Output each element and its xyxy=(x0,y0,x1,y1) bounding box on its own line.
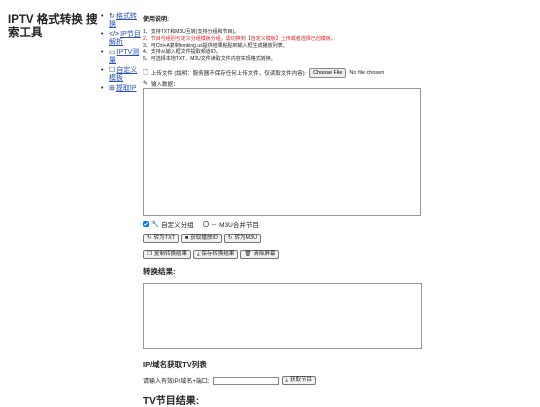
get-programs-button[interactable]: ⤓ 获取节目 xyxy=(281,376,316,385)
to-txt-button[interactable]: ↻ 转为TXT xyxy=(143,234,179,243)
custom-group-label: 自定义分组 xyxy=(161,222,194,229)
input-label-row: ✎ 输入数据： xyxy=(143,80,423,88)
m3u-merge-label: M3U合并节目 xyxy=(219,222,259,229)
upload-label: 上传文件 (說明：服务器不保存任何上传文件，仅读取文件内容): xyxy=(150,70,307,77)
refresh-icon: ↻ xyxy=(227,235,233,241)
refresh-icon: ↻ xyxy=(109,13,115,20)
sidebar: IPTV 格式转换 搜索工具 xyxy=(8,14,98,50)
arrows-icon: ⇔ xyxy=(210,220,218,228)
tv-icon: ▭ xyxy=(109,49,116,56)
usage-steps: 1、支持TXT和M3U互转(支持分组和节目)。 2、节目与组别与定义分组模板分组… xyxy=(143,29,423,63)
refresh-icon: ↻ xyxy=(147,235,152,241)
usage-step: 1、支持TXT和M3U互转(支持分组和节目)。 xyxy=(143,29,240,35)
m3u-merge-checkbox[interactable] xyxy=(202,221,209,227)
ip-input-row: 请输入有效IP/域名+端口: ⤓ 获取节目 xyxy=(143,376,316,385)
nav-item-ip-parse[interactable]: </>IP节目解析 xyxy=(101,31,143,47)
upload-row: 🗋 上传文件 (說明：服务器不保存任何上传文件，仅读取文件内容): Choose… xyxy=(143,67,423,78)
nav-item-custom-template[interactable]: ☐自定义模板 xyxy=(101,67,143,83)
usage-step-warning: 2、节目与组别与定义分组模板分组，需切换到【自定义模板】上传或者选择已创模板。 xyxy=(143,35,336,42)
network-icon: ⊞ xyxy=(109,85,115,92)
download-icon: ⤓ xyxy=(196,251,200,257)
copy-icon: ❐ xyxy=(147,251,152,257)
ip-section-title: IP/域名获取TV列表 xyxy=(143,360,207,369)
ip-input[interactable] xyxy=(212,376,279,385)
edit-icon: ✎ xyxy=(143,81,149,88)
wrench-icon: 🔧 xyxy=(151,221,160,228)
custom-group-checkbox[interactable] xyxy=(143,221,149,227)
app-title: IPTV 格式转换 搜索工具 xyxy=(8,14,98,39)
result-buttons: ❐ 复制转换结果 ⤓ 保存转换结果 🗑 清除屏幕 xyxy=(143,250,280,259)
nav-item-iptv-measure[interactable]: ▭IPTV测量 xyxy=(101,49,143,65)
m3u-merge-option[interactable]: ⇔ M3U合并节目 xyxy=(202,219,259,229)
template-icon: ☐ xyxy=(109,67,116,74)
nav-item-format-convert[interactable]: ↻格式转换 xyxy=(101,13,143,29)
nav-link[interactable]: 提取IP xyxy=(116,85,137,92)
file-icon: 🗋 xyxy=(143,69,148,76)
input-label: 输入数据： xyxy=(151,81,179,88)
get-play-id-button[interactable]: ■ 获取播放ID xyxy=(181,234,222,243)
copy-result-button[interactable]: ❐ 复制转换结果 xyxy=(143,250,191,259)
usage-step: 5、可选择本地TXT、M3U文件读取文件内容实现格式转换。 xyxy=(143,56,276,63)
convert-buttons: ↻ 转为TXT ■ 获取播放ID ↻ 转为M3U xyxy=(143,234,262,243)
nav-item-extract-ip[interactable]: ⊞提取IP xyxy=(101,85,143,93)
to-m3u-button[interactable]: ↻ 转为M3U xyxy=(223,234,262,243)
nav-list: ↻格式转换 </>IP节目解析 ▭IPTV测量 ☐自定义模板 ⊞提取IP xyxy=(101,13,143,95)
clear-screen-button[interactable]: 🗑 清除屏幕 xyxy=(240,250,280,259)
choose-file-button[interactable]: Choose File xyxy=(309,67,347,78)
download-icon: ⤓ xyxy=(285,377,288,383)
video-icon: ■ xyxy=(185,235,189,241)
file-status: No file chosen xyxy=(349,69,385,76)
trash-icon: 🗑 xyxy=(244,251,252,257)
code-icon: </> xyxy=(109,31,120,38)
usage-title: 使用说明: xyxy=(143,17,169,23)
input-data-textarea[interactable] xyxy=(143,88,421,216)
main-content: 使用说明: 1、支持TXT和M3U互转(支持分组和节目)。 2、节目与组别与定义… xyxy=(143,14,423,407)
save-result-button[interactable]: ⤓ 保存转换结果 xyxy=(192,250,239,259)
result-title: 转换结果: xyxy=(143,267,176,276)
custom-group-option[interactable]: 🔧 自定义分组 xyxy=(143,219,194,229)
result-output[interactable] xyxy=(143,283,422,349)
options-row: 🔧 自定义分组 ⇔ M3U合并节目 xyxy=(143,219,259,229)
ip-prompt: 请输入有效IP/域名+端口: xyxy=(143,379,210,385)
